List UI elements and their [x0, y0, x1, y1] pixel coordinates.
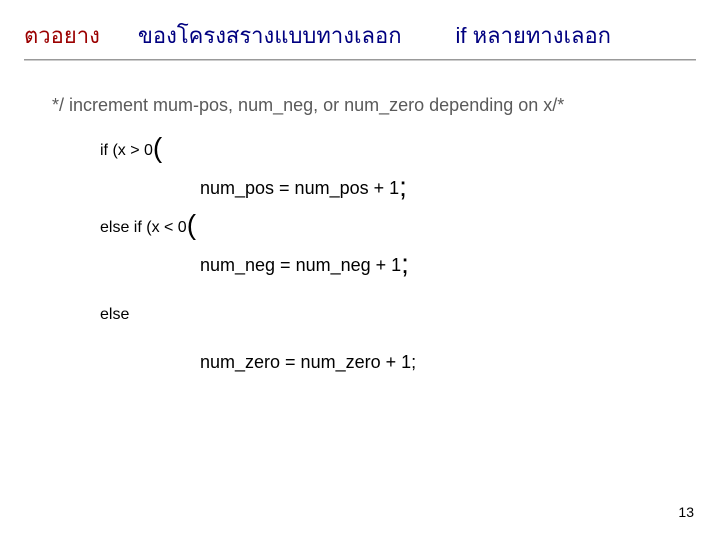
code-line-body2: num_neg = num_neg + 1 ; — [200, 255, 686, 276]
code-body2-text: num_neg = num_neg + 1 — [200, 255, 401, 276]
code-line-elseif: else if (x < 0 ( — [100, 219, 686, 237]
title-if: if หลายทางเลอก — [456, 18, 611, 53]
code-line-else: else — [100, 306, 686, 324]
code-body1-text: num_pos = num_pos + 1 — [200, 178, 399, 199]
code-comment: */ increment mum-pos, num_neg, or num_ze… — [52, 95, 686, 116]
code-body3-text: num_zero = num_zero + 1; — [200, 352, 416, 373]
code-block: if (x > 0 ( num_pos = num_pos + 1 ; else… — [52, 142, 686, 373]
code-line-body1: num_pos = num_pos + 1 ; — [200, 178, 686, 199]
code-if-text: if (x > 0 — [100, 142, 153, 160]
title-example: ตวอยาง — [24, 18, 100, 53]
slide: ตวอยาง ของโครงสรางแบบทางเลอก if หลายทางเ… — [0, 0, 720, 540]
content-area: */ increment mum-pos, num_neg, or num_ze… — [24, 95, 696, 373]
title-divider — [24, 59, 696, 61]
code-else-text: else — [100, 306, 129, 324]
title-description: ของโครงสรางแบบทางเลอก — [138, 18, 402, 53]
page-number: 13 — [678, 504, 694, 520]
code-line-if: if (x > 0 ( — [100, 142, 686, 160]
code-elseif-text: else if (x < 0 — [100, 219, 187, 237]
title-row: ตวอยาง ของโครงสรางแบบทางเลอก if หลายทางเ… — [24, 18, 696, 53]
code-line-body3: num_zero = num_zero + 1; — [200, 352, 686, 373]
